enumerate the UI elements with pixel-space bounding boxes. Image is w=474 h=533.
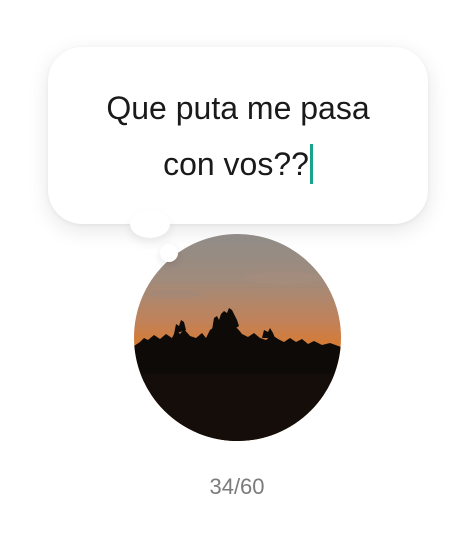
note-text-input[interactable]: Que puta me pasa con vos??	[88, 80, 388, 192]
note-bubble[interactable]: Que puta me pasa con vos??	[48, 47, 428, 224]
note-text: Que puta me pasa con vos??	[106, 89, 370, 182]
text-caret	[309, 144, 313, 185]
character-counter: 34/60	[209, 474, 265, 499]
bubble-tail-small	[160, 244, 178, 262]
avatar	[134, 234, 341, 441]
sunset-silhouette-icon	[134, 234, 341, 441]
bubble-tail-large	[130, 210, 170, 238]
